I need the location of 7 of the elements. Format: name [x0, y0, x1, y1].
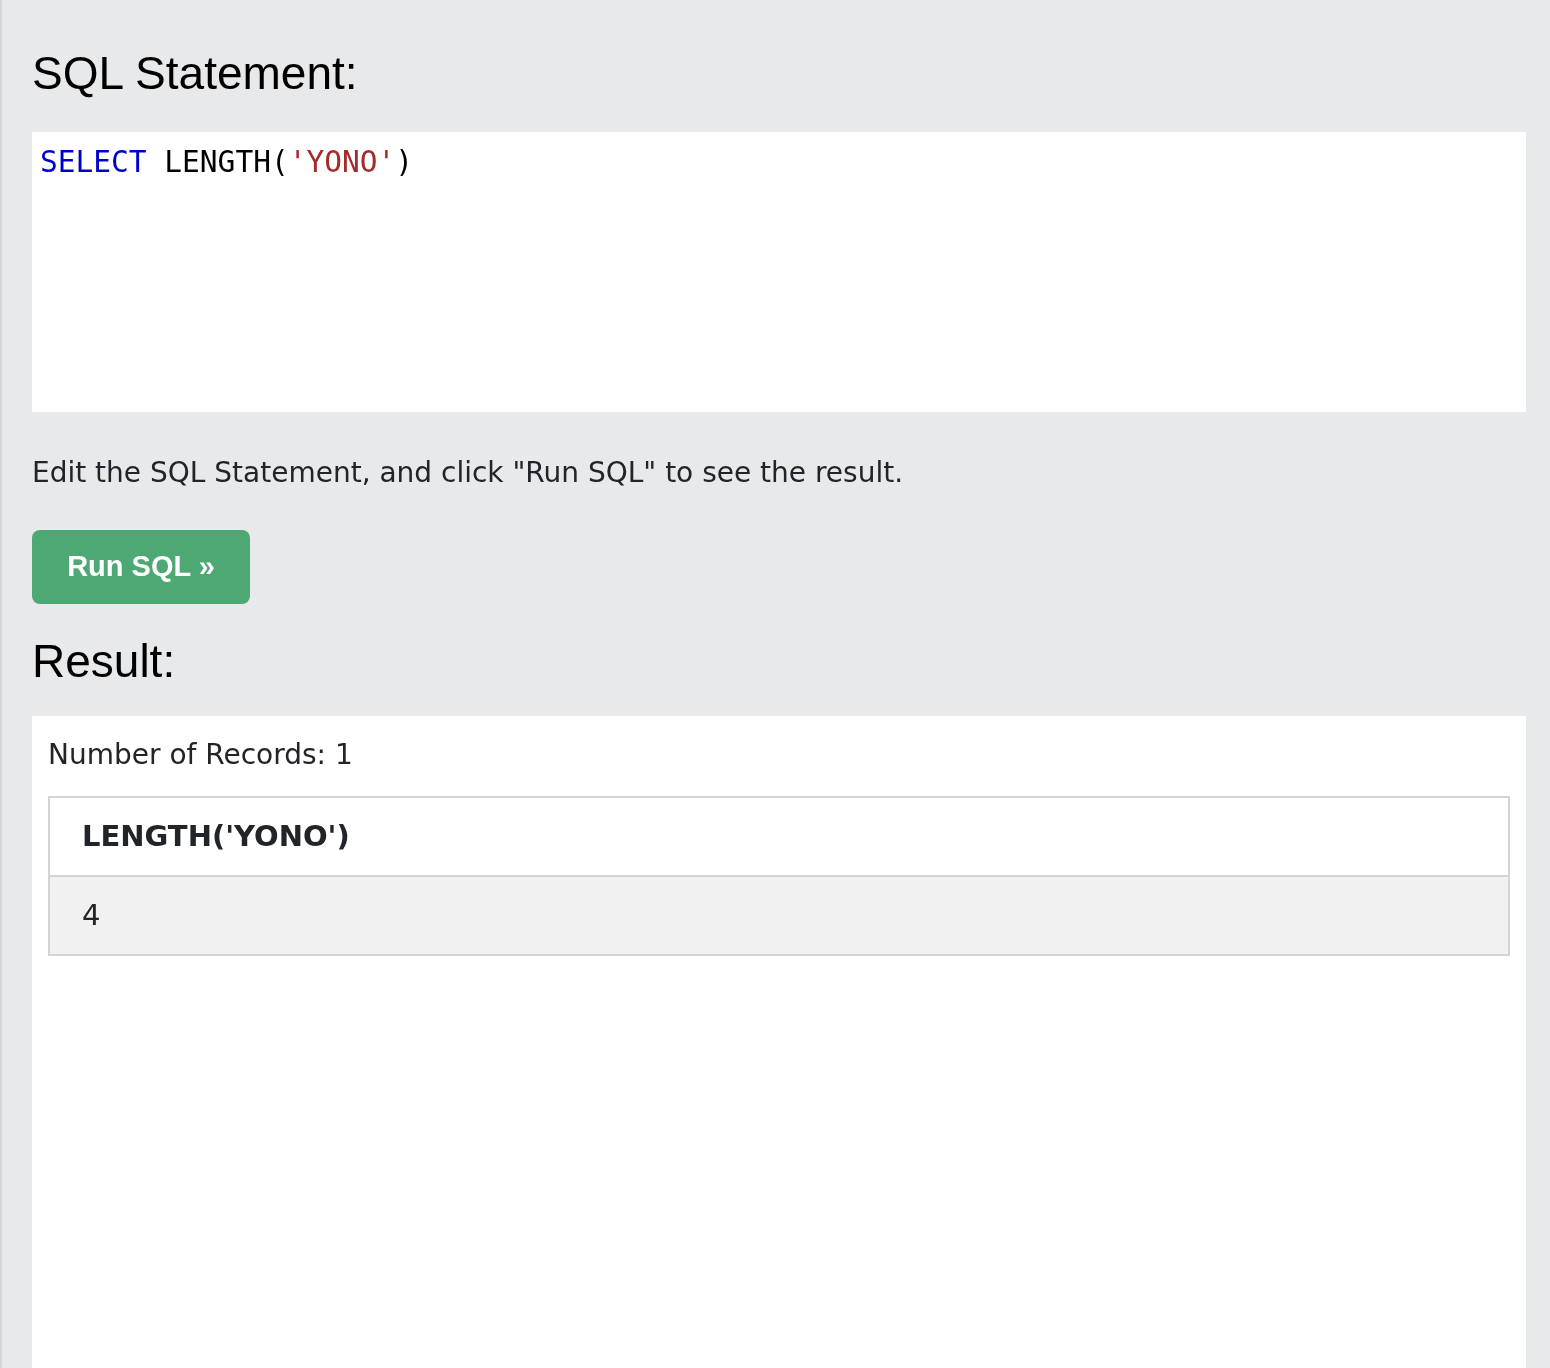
table-cell: 4: [49, 876, 1509, 955]
column-header: LENGTH('YONO'): [49, 797, 1509, 876]
section-heading: SQL Statement:: [32, 46, 359, 101]
record-count: Number of Records: 1: [48, 737, 354, 773]
section-heading: Result:: [32, 634, 177, 689]
instruction-text: Edit the SQL Statement, and click "Run SQL" to see the result.: [32, 455, 905, 491]
sql-editor[interactable]: SELECT LENGTH('YONO'): [32, 132, 1526, 412]
